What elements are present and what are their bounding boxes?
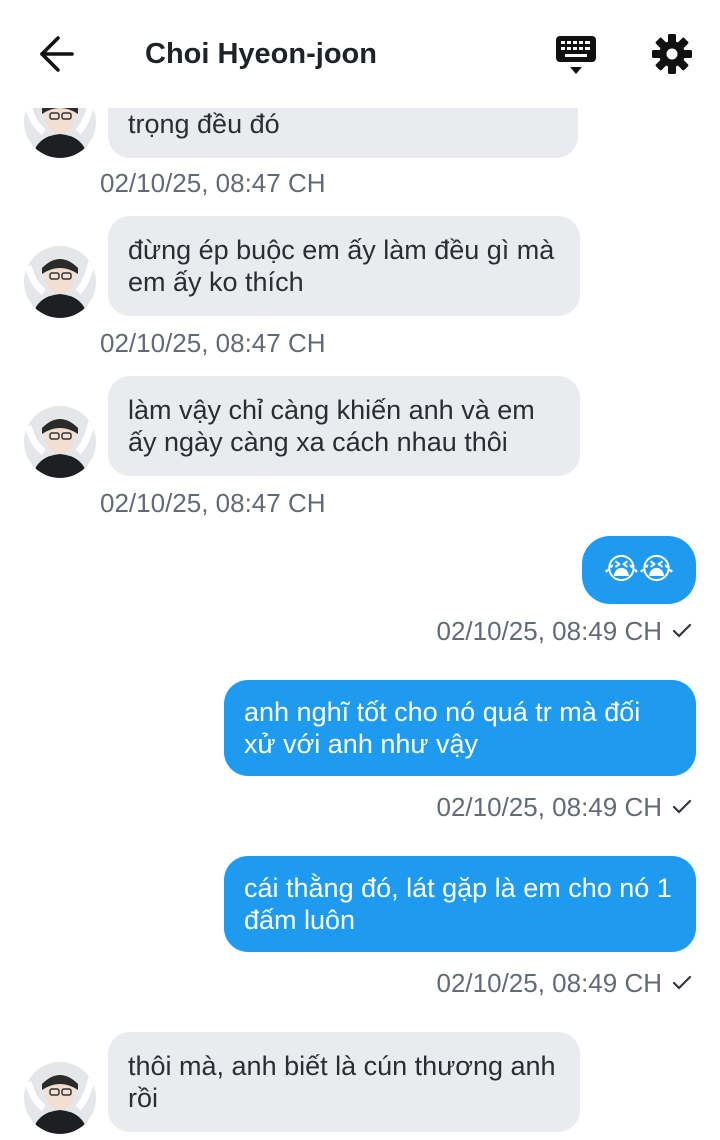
message-text: đừng ép buộc em ấy làm đều gì mà em ấy k…: [128, 235, 555, 297]
avatar[interactable]: [24, 406, 96, 478]
message-timestamp: 02/10/25, 08:49 CH: [437, 616, 693, 646]
message-bubble-incoming[interactable]: đừng ép buộc em ấy làm đều gì mà em ấy k…: [108, 216, 580, 316]
message-text: trọng đều đó: [128, 109, 280, 139]
sent-check-icon: [672, 975, 692, 990]
arrow-left-icon: [40, 36, 74, 72]
avatar[interactable]: [24, 1062, 96, 1134]
message-bubble-outgoing[interactable]: anh nghĩ tốt cho nó quá tr mà đối xử với…: [224, 680, 696, 776]
message-text: cái thằng đó, lát gặp là em cho nó 1 đấm…: [244, 873, 672, 935]
message-timestamp: 02/10/25, 08:49 CH: [437, 968, 693, 998]
message-bubble-outgoing[interactable]: 😭😭: [581, 536, 696, 604]
message-timestamp: 02/10/25, 08:47 CH: [100, 488, 326, 518]
chat-thread[interactable]: trọng đều đó 02/10/25, 08:47 CH đừng ép …: [0, 0, 720, 1140]
keyboard-icon: [556, 36, 596, 74]
keyboard-button[interactable]: [552, 32, 600, 78]
avatar[interactable]: [24, 246, 96, 318]
message-text: thôi mà, anh biết là cún thương anh rồi: [128, 1051, 556, 1113]
message-bubble-incoming[interactable]: làm vậy chỉ càng khiến anh và em ấy ngày…: [108, 376, 580, 476]
timestamp-text: 02/10/25, 08:49 CH: [436, 792, 663, 822]
settings-button[interactable]: [648, 30, 696, 78]
chat-header: Choi Hyeon-joon: [0, 0, 720, 108]
message-text: làm vậy chỉ càng khiến anh và em ấy ngày…: [128, 395, 535, 457]
message-timestamp: 02/10/25, 08:49 CH: [437, 792, 693, 822]
message-timestamp: 02/10/25, 08:47 CH: [100, 168, 326, 198]
message-text: 😭😭: [603, 553, 674, 586]
sent-check-icon: [672, 799, 692, 814]
gear-icon: [652, 34, 692, 74]
timestamp-text: 02/10/25, 08:49 CH: [436, 616, 663, 646]
back-button[interactable]: [32, 32, 80, 76]
message-bubble-incoming[interactable]: thôi mà, anh biết là cún thương anh rồi: [108, 1032, 580, 1132]
message-bubble-outgoing[interactable]: cái thằng đó, lát gặp là em cho nó 1 đấm…: [224, 856, 696, 952]
timestamp-text: 02/10/25, 08:49 CH: [436, 968, 663, 998]
message-text: anh nghĩ tốt cho nó quá tr mà đối xử với…: [244, 697, 641, 759]
sent-check-icon: [672, 623, 692, 638]
message-timestamp: 02/10/25, 08:47 CH: [100, 328, 326, 358]
page-title: Choi Hyeon-joon: [145, 38, 377, 70]
